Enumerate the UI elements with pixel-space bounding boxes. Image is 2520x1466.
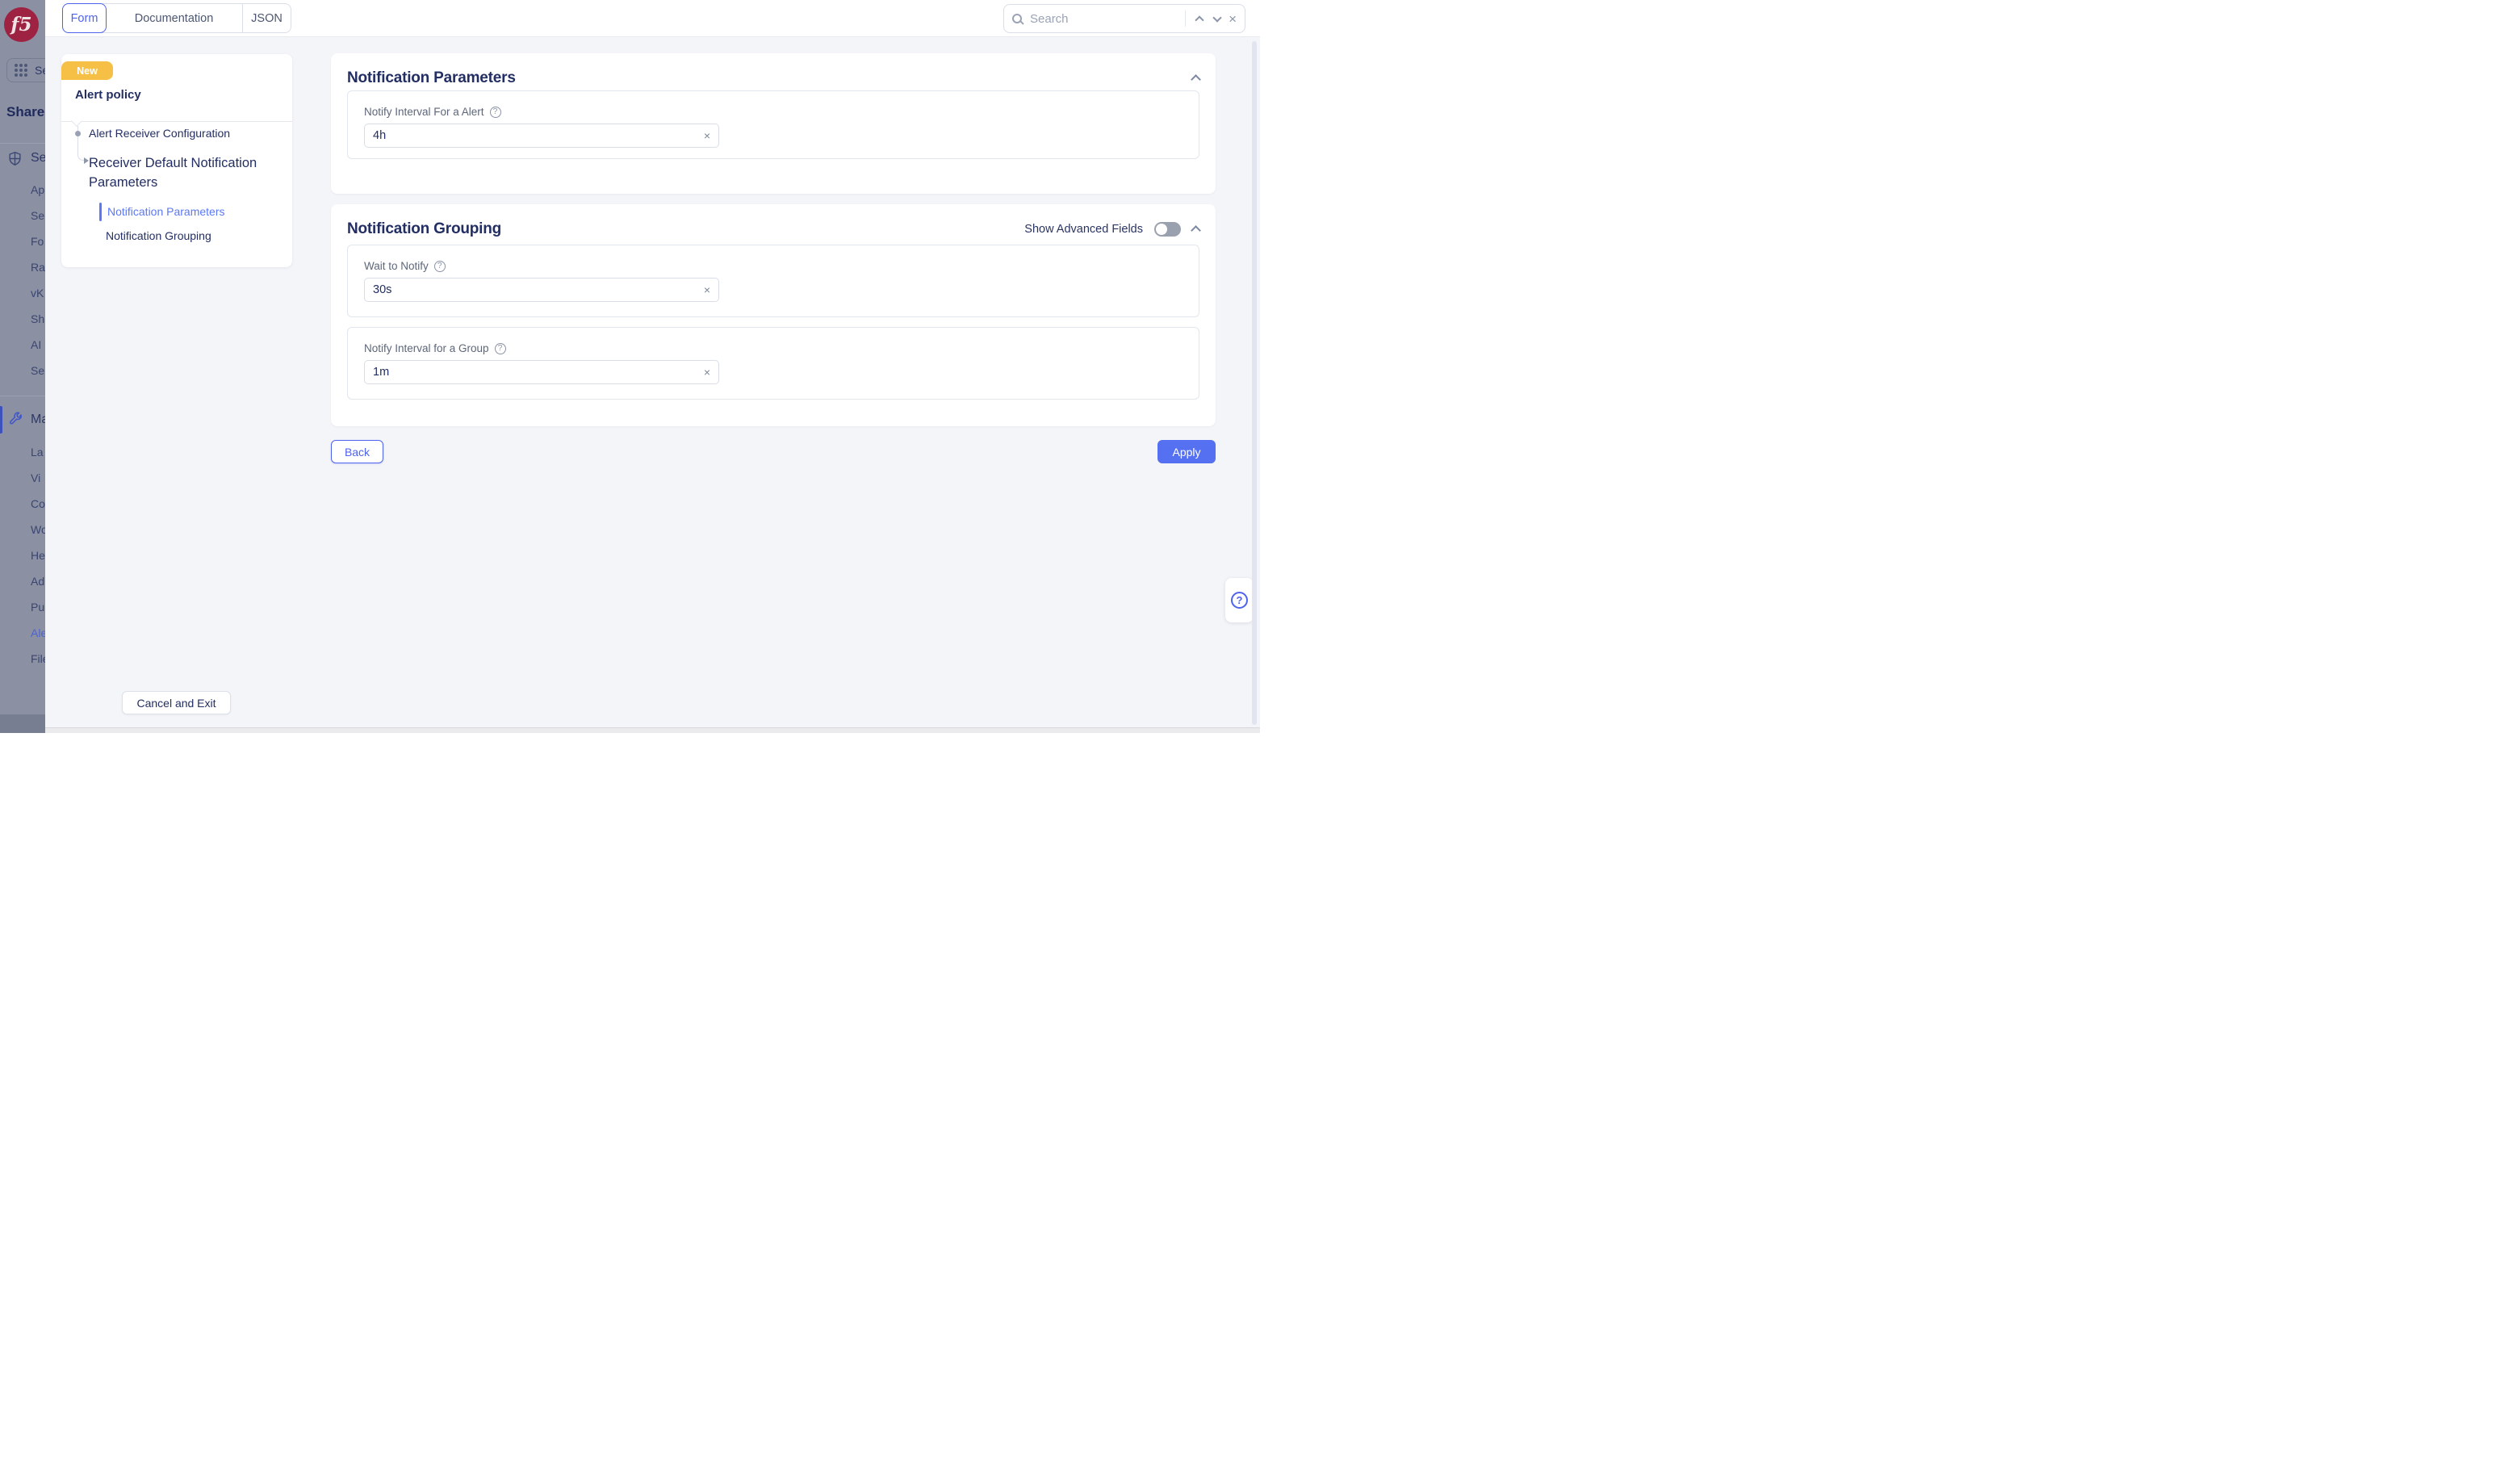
page-title: Alert policy (75, 88, 141, 102)
horizontal-scrollbar[interactable] (45, 727, 1260, 733)
search-box: × (1003, 4, 1245, 33)
sidebar-item[interactable]: Fo (0, 228, 45, 254)
sidebar-item[interactable]: Sh (0, 306, 45, 332)
sidebar-item[interactable]: Vi (0, 465, 45, 491)
sidebar-item[interactable]: La (0, 439, 45, 465)
workspace-heading: Share (6, 104, 45, 120)
chevron-up-icon[interactable] (1195, 15, 1203, 24)
field-label: Wait to Notify (364, 260, 429, 272)
sidebar-item[interactable]: Wo (0, 517, 45, 542)
close-icon[interactable]: × (1229, 12, 1237, 26)
show-advanced-fields-toggle[interactable] (1154, 222, 1181, 237)
sidebar-item-alerts[interactable]: Ale (0, 620, 45, 646)
section-title: Notification Parameters (347, 69, 516, 87)
sidebar-item[interactable]: Se (0, 358, 45, 383)
vertical-scrollbar[interactable] (1252, 41, 1257, 725)
search-divider (1185, 10, 1186, 27)
notify-interval-group-input[interactable] (373, 366, 704, 379)
nav-item-notification-grouping[interactable]: Notification Grouping (106, 229, 211, 242)
help-icon[interactable]: ? (434, 261, 446, 272)
notify-interval-alert-input-wrap: × (364, 124, 719, 148)
collapse-chevron-icon[interactable] (1191, 74, 1201, 85)
tree-divider (61, 121, 292, 122)
sidebar-item[interactable]: AI (0, 332, 45, 358)
back-button[interactable]: Back (331, 440, 383, 463)
wrench-icon (8, 411, 23, 430)
sidebar-manage-items: La Vi Co Wo He Ad Pu Ale File (0, 439, 45, 672)
advanced-toggle-label: Show Advanced Fields (1024, 223, 1143, 236)
sidebar-item[interactable]: Ap (0, 177, 45, 203)
nav-item-alert-receiver-configuration[interactable]: Alert Receiver Configuration (89, 127, 230, 140)
toggle-knob (1156, 224, 1167, 235)
grid-icon (15, 64, 27, 77)
view-tabs: Form Documentation JSON (62, 3, 291, 33)
active-item-bar (99, 203, 102, 221)
select-service-button[interactable]: Se (6, 58, 45, 82)
sidebar-section-label: Se (31, 151, 45, 165)
sidebar: f5 Se Share Se Ap Se Fo Ra vK Sh AI Se (0, 0, 45, 733)
clear-icon[interactable]: × (704, 130, 710, 141)
sidebar-item[interactable]: vK (0, 280, 45, 306)
help-icon[interactable]: ? (495, 343, 506, 354)
form-area: Notification Parameters Notify Interval … (331, 53, 1216, 426)
nav-item-receiver-default-notification-parameters[interactable]: Receiver Default Notification Parameters (89, 153, 278, 192)
clear-icon[interactable]: × (704, 366, 710, 378)
sidebar-item[interactable]: Ad (0, 568, 45, 594)
sidebar-item[interactable]: File (0, 646, 45, 672)
sidebar-item[interactable]: Ra (0, 254, 45, 280)
nav-item-notification-parameters[interactable]: Notification Parameters (107, 205, 225, 218)
field-group: Notify Interval For a Alert ? × (347, 90, 1199, 159)
collapse-chevron-icon[interactable] (1191, 225, 1201, 236)
f5-logo-icon: f5 (4, 7, 39, 42)
sidebar-section-label: Ma (31, 413, 45, 427)
search-icon (1012, 14, 1022, 23)
wait-to-notify-input-wrap: × (364, 278, 719, 302)
tab-json[interactable]: JSON (243, 4, 291, 32)
tab-form[interactable]: Form (62, 3, 107, 33)
main-content: New Alert policy Alert Receiver Configur… (45, 37, 1260, 733)
help-circle-icon: ? (1231, 592, 1248, 609)
clear-icon[interactable]: × (704, 284, 710, 295)
help-icon[interactable]: ? (490, 107, 501, 118)
sidebar-item[interactable]: Co (0, 491, 45, 517)
field-label: Notify Interval for a Group (364, 342, 489, 354)
section-title: Notification Grouping (347, 220, 501, 238)
chevron-down-icon[interactable] (1212, 13, 1221, 22)
sidebar-footer (0, 714, 45, 733)
tree-notch (71, 115, 82, 127)
sidebar-section-security[interactable]: Se (0, 150, 45, 166)
sidebar-item[interactable]: Pu (0, 594, 45, 620)
help-button[interactable]: ? (1225, 578, 1254, 622)
status-badge: New (61, 61, 113, 80)
tree-bullet-icon (75, 131, 81, 136)
search-input[interactable] (1030, 12, 1178, 26)
sidebar-item[interactable]: He (0, 542, 45, 568)
notify-interval-alert-input[interactable] (373, 129, 704, 142)
wizard-nav-panel: New Alert policy Alert Receiver Configur… (61, 54, 292, 267)
field-group: Notify Interval for a Group ? × (347, 327, 1199, 400)
field-group: Wait to Notify ? × (347, 245, 1199, 317)
cancel-and-exit-button[interactable]: Cancel and Exit (122, 691, 231, 714)
section-notification-parameters: Notification Parameters Notify Interval … (331, 53, 1216, 194)
section-notification-grouping: Notification Grouping Show Advanced Fiel… (331, 204, 1216, 426)
sidebar-section-manage[interactable]: Ma (0, 412, 45, 428)
select-service-label: Se (35, 64, 45, 77)
notify-interval-group-input-wrap: × (364, 360, 719, 384)
sidebar-item[interactable]: Se (0, 203, 45, 228)
sidebar-security-items: Ap Se Fo Ra vK Sh AI Se (0, 177, 45, 383)
sidebar-divider (0, 143, 45, 144)
tab-documentation[interactable]: Documentation (106, 4, 243, 32)
field-label: Notify Interval For a Alert (364, 106, 484, 118)
topbar: Form Documentation JSON × (45, 0, 1260, 37)
wait-to-notify-input[interactable] (373, 283, 704, 296)
apply-button[interactable]: Apply (1157, 440, 1216, 463)
form-actions: Back Apply (331, 440, 1216, 463)
shield-icon (8, 151, 22, 170)
page: f5 Se Share Se Ap Se Fo Ra vK Sh AI Se (0, 0, 1260, 733)
